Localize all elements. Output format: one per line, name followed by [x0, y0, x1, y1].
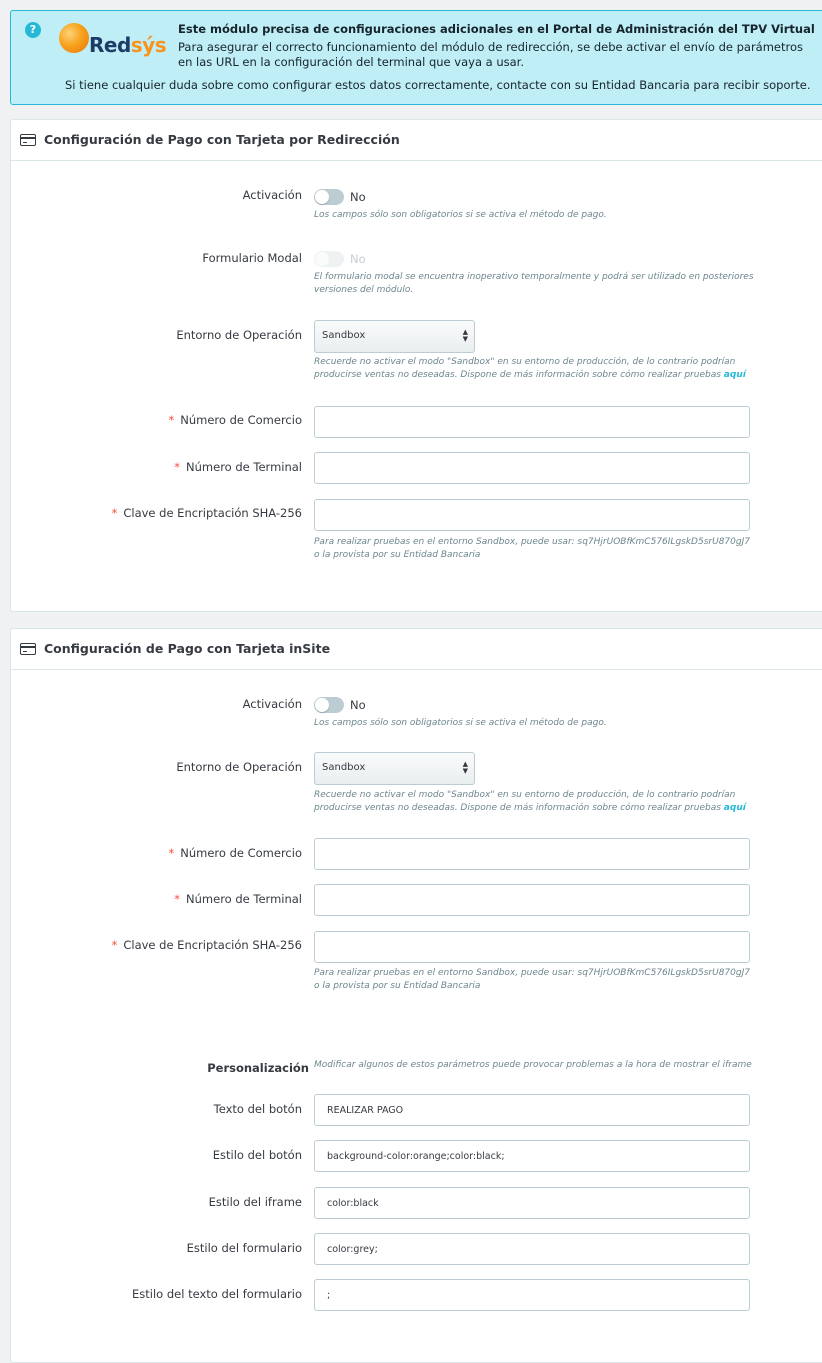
- insite-panel: Configuración de Pago con Tarjeta inSite…: [10, 628, 822, 1363]
- question-circle-icon: ?: [25, 22, 41, 38]
- iframe-style-input[interactable]: color:black: [314, 1187, 750, 1219]
- insite-key-input[interactable]: [314, 931, 750, 963]
- redirect-modal-label: Formulario Modal: [202, 251, 302, 265]
- insite-env-select[interactable]: Sandbox ▲ ▼: [314, 752, 475, 785]
- redirect-activation-label: Activación: [242, 188, 302, 202]
- button-text-input[interactable]: REALIZAR PAGO: [314, 1094, 750, 1126]
- redirect-merchant-input[interactable]: [314, 406, 750, 438]
- button-text-label: Texto del botón: [213, 1102, 302, 1116]
- form-text-style-label: Estilo del texto del formulario: [132, 1287, 302, 1301]
- info-alert: ? Redsýs Este módulo precisa de configur…: [10, 10, 822, 105]
- insite-terminal-label: * Número de Terminal: [174, 892, 302, 906]
- form-style-input[interactable]: color:grey;: [314, 1233, 750, 1265]
- toggle-knob: [315, 190, 329, 204]
- button-style-label: Estilo del botón: [212, 1148, 302, 1162]
- insite-activation-value: No: [350, 698, 366, 712]
- redirect-activation-help: Los campos sólo son obligatorios si se a…: [314, 210, 607, 220]
- redirect-env-select[interactable]: Sandbox ▲ ▼: [314, 320, 475, 353]
- credit-card-icon: [20, 643, 36, 655]
- redirect-activation-value: No: [350, 190, 366, 204]
- redirect-env-label: Entorno de Operación: [176, 328, 302, 342]
- button-style-input[interactable]: background-color:orange;color:black;: [314, 1140, 750, 1172]
- select-arrows-icon: ▲ ▼: [462, 760, 468, 775]
- insite-activation-toggle[interactable]: [314, 697, 344, 713]
- redsys-logo-ball: [59, 23, 89, 53]
- redirect-merchant-label: * Número de Comercio: [168, 413, 303, 427]
- toggle-knob: [315, 698, 329, 712]
- redirect-panel-title: Configuración de Pago con Tarjeta por Re…: [44, 132, 400, 147]
- alert-support-text: Si tiene cualquier duda sobre como confi…: [65, 78, 811, 92]
- insite-terminal-input[interactable]: [314, 884, 750, 916]
- redirect-key-label: * Clave de Encriptación SHA-256: [111, 506, 302, 520]
- redirect-panel-header: Configuración de Pago con Tarjeta por Re…: [11, 120, 822, 161]
- redirect-panel: Configuración de Pago con Tarjeta por Re…: [10, 119, 822, 612]
- redsys-logo-text: Redsýs: [89, 33, 167, 57]
- insite-activation-help: Los campos sólo son obligatorios si se a…: [314, 718, 607, 728]
- alert-title: Este módulo precisa de configuraciones a…: [178, 22, 815, 36]
- redirect-key-help: Para realizar pruebas en el entorno Sand…: [314, 537, 750, 560]
- insite-env-help-link[interactable]: aquí: [724, 803, 746, 813]
- customization-help: Modificar algunos de estos parámetros pu…: [314, 1060, 752, 1070]
- redirect-terminal-input[interactable]: [314, 452, 750, 484]
- customization-heading: Personalización: [207, 1061, 309, 1075]
- redsys-logo: Redsýs: [55, 23, 167, 63]
- insite-env-label: Entorno de Operación: [176, 760, 302, 774]
- insite-panel-title: Configuración de Pago con Tarjeta inSite: [44, 641, 331, 656]
- redirect-env-help: Recuerde no activar el modo "Sandbox" en…: [314, 357, 746, 380]
- alert-text: Para asegurar el correcto funcionamiento…: [178, 40, 804, 69]
- insite-activation-label: Activación: [242, 697, 302, 711]
- redirect-key-input[interactable]: [314, 499, 750, 531]
- redirect-modal-help: El formulario modal se encuentra inopera…: [314, 272, 754, 295]
- redirect-env-select-value: Sandbox: [322, 330, 366, 341]
- credit-card-icon: [20, 134, 36, 146]
- redirect-env-help-link[interactable]: aquí: [724, 370, 746, 380]
- insite-merchant-label: * Número de Comercio: [168, 846, 303, 860]
- insite-key-help: Para realizar pruebas en el entorno Sand…: [314, 968, 750, 991]
- redirect-activation-toggle[interactable]: [314, 189, 344, 205]
- form-style-label: Estilo del formulario: [186, 1241, 302, 1255]
- iframe-style-label: Estilo del iframe: [208, 1195, 302, 1209]
- redirect-terminal-label: * Número de Terminal: [174, 460, 302, 474]
- insite-key-label: * Clave de Encriptación SHA-256: [111, 938, 302, 952]
- redirect-modal-toggle: [314, 251, 344, 267]
- form-text-style-input[interactable]: ;: [314, 1279, 750, 1311]
- select-arrows-icon: ▲ ▼: [462, 328, 468, 343]
- redirect-modal-value: No: [350, 252, 366, 266]
- insite-env-help: Recuerde no activar el modo "Sandbox" en…: [314, 790, 746, 813]
- insite-merchant-input[interactable]: [314, 838, 750, 870]
- insite-env-select-value: Sandbox: [322, 762, 366, 773]
- insite-panel-header: Configuración de Pago con Tarjeta inSite: [11, 629, 822, 670]
- toggle-knob: [315, 252, 329, 266]
